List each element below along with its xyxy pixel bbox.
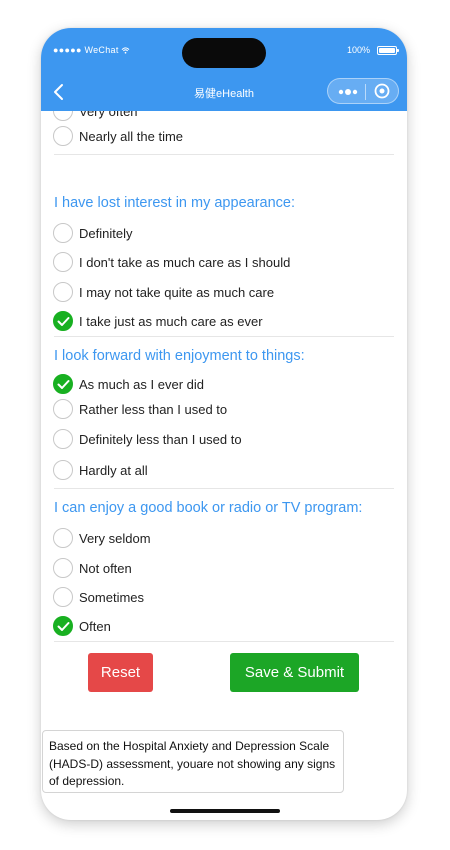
radio-button[interactable] xyxy=(53,558,73,578)
option-row[interactable]: Very seldom xyxy=(53,528,393,550)
option-row[interactable]: Not often xyxy=(53,558,393,580)
battery-icon xyxy=(377,46,399,55)
question-title: I look forward with enjoyment to things: xyxy=(54,348,305,364)
option-label: Very often xyxy=(79,111,138,119)
questionnaire: Very often Nearly all the time I have lo… xyxy=(41,111,407,820)
radio-button[interactable] xyxy=(53,111,73,121)
radio-button-checked[interactable] xyxy=(53,374,73,394)
option-label: Nearly all the time xyxy=(79,129,184,144)
camera-notch xyxy=(182,38,266,68)
option-label: Rather less than I used to xyxy=(79,402,228,417)
divider xyxy=(54,641,394,642)
option-label: I don't take as much care as I should xyxy=(79,255,291,270)
reset-button[interactable]: Reset xyxy=(88,653,153,692)
radio-button[interactable] xyxy=(53,528,73,548)
signal-indicator: ●●●●● WeChat xyxy=(53,45,130,55)
radio-button[interactable] xyxy=(53,460,73,480)
radio-button[interactable] xyxy=(53,126,73,146)
option-row[interactable]: I don't take as much care as I should xyxy=(53,252,393,274)
divider xyxy=(54,154,394,155)
option-row[interactable]: I may not take quite as much care xyxy=(53,282,393,304)
radio-button[interactable] xyxy=(53,252,73,272)
radio-button[interactable] xyxy=(53,282,73,302)
option-label: Definitely xyxy=(79,226,133,241)
save-submit-button[interactable]: Save & Submit xyxy=(230,653,359,692)
divider xyxy=(54,488,394,489)
option-label: Hardly at all xyxy=(79,463,148,478)
option-label: Often xyxy=(79,619,111,634)
divider xyxy=(54,336,394,337)
close-miniprogram-icon[interactable] xyxy=(374,83,390,99)
radio-button[interactable] xyxy=(53,399,73,419)
option-row[interactable]: Hardly at all xyxy=(53,460,393,482)
phone-frame: ●●●●● WeChat 100% 易健eHealth Very often N… xyxy=(41,28,407,820)
nav-bar: 易健eHealth xyxy=(41,73,407,111)
option-row[interactable]: Definitely xyxy=(53,223,393,245)
radio-button-checked[interactable] xyxy=(53,616,73,636)
home-indicator xyxy=(170,809,280,813)
radio-button[interactable] xyxy=(53,223,73,243)
checkmark-icon xyxy=(57,622,70,631)
miniprogram-capsule xyxy=(327,78,399,104)
checkmark-icon xyxy=(57,317,70,326)
option-label: Sometimes xyxy=(79,590,145,605)
question-title: I have lost interest in my appearance: xyxy=(54,195,295,211)
more-icon[interactable] xyxy=(338,89,358,95)
option-row[interactable]: Sometimes xyxy=(53,587,393,609)
question-title: I can enjoy a good book or radio or TV p… xyxy=(54,500,363,516)
carrier-name: WeChat xyxy=(84,45,119,55)
option-row[interactable]: Rather less than I used to xyxy=(53,399,393,421)
battery-percent: 100% xyxy=(346,45,370,55)
radio-button[interactable] xyxy=(53,587,73,607)
option-label: Definitely less than I used to xyxy=(79,432,242,447)
option-label: I may not take quite as much care xyxy=(79,285,275,300)
option-label: As much as I ever did xyxy=(79,377,204,392)
option-label: Not often xyxy=(79,561,132,576)
option-row[interactable]: Definitely less than I used to xyxy=(53,429,393,451)
option-row[interactable]: As much as I ever did xyxy=(53,374,393,396)
option-row[interactable]: I take just as much care as ever xyxy=(53,311,393,333)
assessment-result: Based on the Hospital Anxiety and Depres… xyxy=(42,730,344,793)
option-label: I take just as much care as ever xyxy=(79,314,263,329)
status-bar: ●●●●● WeChat 100% xyxy=(41,28,407,73)
option-row[interactable]: Often xyxy=(53,616,393,638)
option-row[interactable]: Nearly all the time xyxy=(53,126,393,148)
checkmark-icon xyxy=(57,380,70,389)
option-row[interactable]: Very often xyxy=(53,111,393,123)
wifi-icon xyxy=(122,47,130,54)
radio-button-checked[interactable] xyxy=(53,311,73,331)
option-label: Very seldom xyxy=(79,531,151,546)
radio-button[interactable] xyxy=(53,429,73,449)
